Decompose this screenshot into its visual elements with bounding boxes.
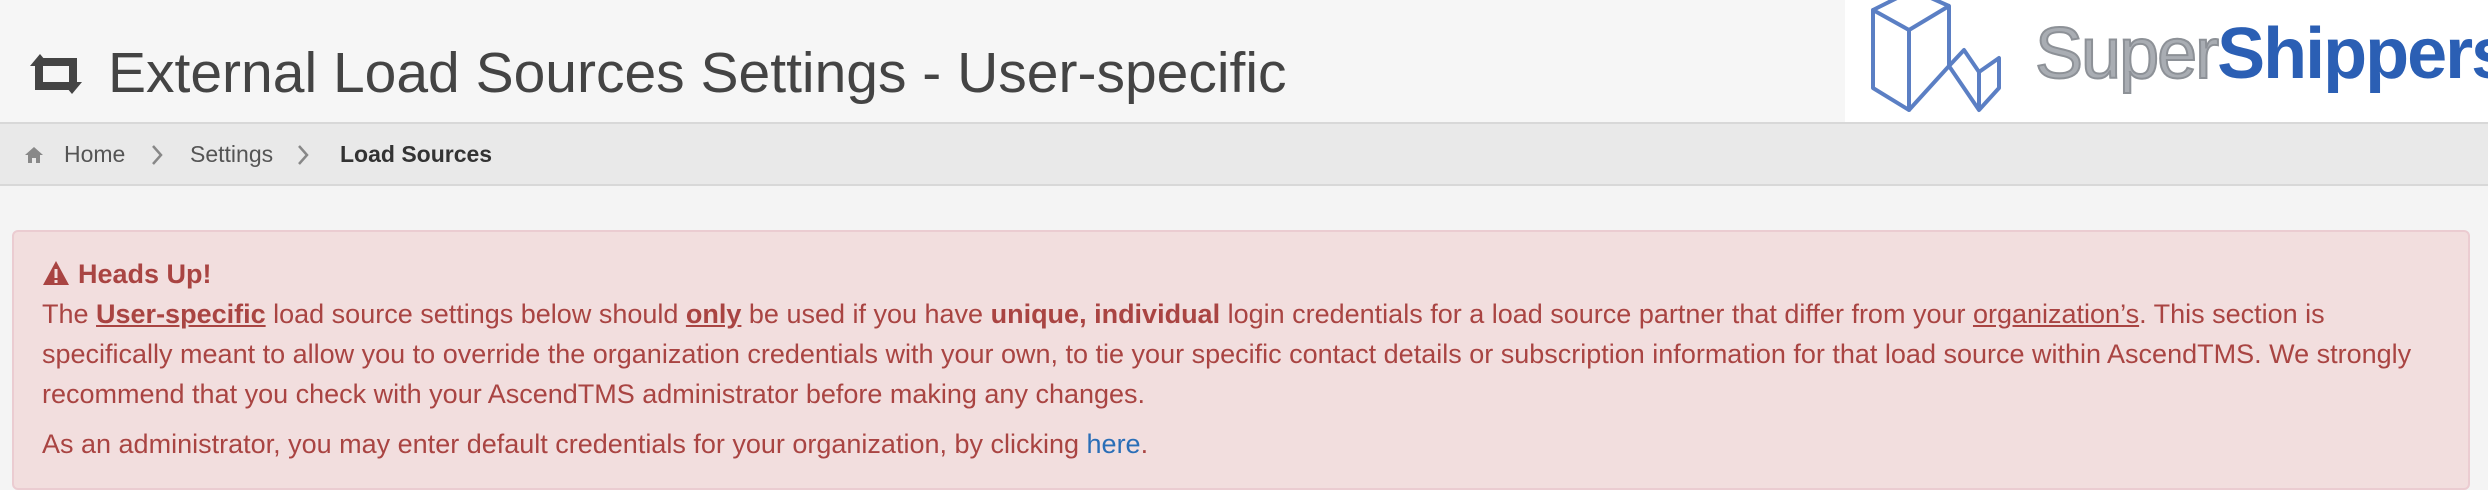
chevron-right-icon <box>298 145 309 165</box>
breadcrumb: Home Settings Load Sources <box>0 122 2488 186</box>
chevron-right-icon <box>152 145 163 165</box>
breadcrumb-home[interactable]: Home <box>64 141 125 168</box>
page-header: External Load Sources Settings - User-sp… <box>0 0 1845 122</box>
retweet-icon <box>30 54 82 94</box>
breadcrumb-settings[interactable]: Settings <box>190 141 273 168</box>
logo-wordmark: SuperShippers <box>2034 13 2488 95</box>
heads-up-alert: Heads Up! The User-specific load source … <box>12 230 2470 490</box>
warning-icon <box>43 261 69 285</box>
alert-paragraph-1: The User-specific load source settings b… <box>42 299 2412 409</box>
alert-heading: Heads Up! <box>42 254 212 294</box>
home-icon <box>25 147 43 163</box>
breadcrumb-load-sources: Load Sources <box>340 141 493 167</box>
alert-paragraph-2: As an administrator, you may enter defau… <box>42 429 1149 459</box>
logo-box-icon <box>1871 0 2001 112</box>
here-link[interactable]: here <box>1087 429 1141 459</box>
page-title: External Load Sources Settings - User-sp… <box>108 41 1287 105</box>
superShippers-logo[interactable]: SuperShippers <box>1845 0 2488 122</box>
